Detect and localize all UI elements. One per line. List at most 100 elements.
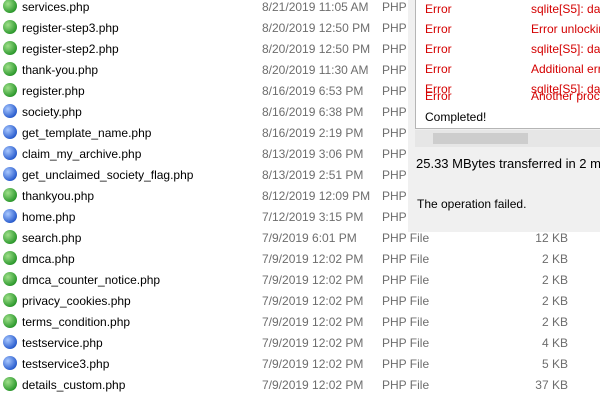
file-name: thank-you.php [22,63,99,77]
php-file-icon [3,335,17,349]
file-size: 2 KB [541,294,568,308]
file-size: 37 KB [535,378,568,392]
file-date: 7/12/2019 3:15 PM [262,210,364,224]
log-level: Error [425,2,452,16]
file-name: search.php [22,231,82,245]
file-name: society.php [22,105,82,119]
file-name: get_unclaimed_society_flag.php [22,168,194,182]
file-row[interactable]: testservice.php 7/9/2019 12:02 PM PHP Fi… [0,333,600,354]
file-name: home.php [22,210,76,224]
file-type: PHP File [382,294,430,308]
php-file-icon [3,125,17,139]
file-name: register-step3.php [22,21,119,35]
file-name: testservice3.php [22,357,110,371]
file-date: 8/21/2019 11:05 AM [262,0,369,14]
file-name: thankyou.php [22,189,95,203]
php-file-icon [3,209,17,223]
php-file-icon [3,62,17,76]
file-row[interactable]: terms_condition.php 7/9/2019 12:02 PM PH… [0,312,600,333]
file-date: 8/16/2019 6:38 PM [262,105,364,119]
php-file-icon [3,41,17,55]
file-type: PHP File [382,378,430,392]
file-date: 8/16/2019 2:19 PM [262,126,364,140]
file-row[interactable]: privacy_cookies.php 7/9/2019 12:02 PM PH… [0,291,600,312]
php-file-icon [3,83,17,97]
file-name: claim_my_archive.php [22,147,142,161]
file-type: PHP File [382,231,430,245]
transfer-dialog: Error sqlite[S5]: da Error Error unlocki… [408,0,600,232]
file-type: PHP File [382,336,430,350]
php-file-icon [3,146,17,160]
file-type: PHP [382,42,407,56]
log-level: Error [425,22,452,36]
file-date: 7/9/2019 12:02 PM [262,273,364,287]
php-file-icon [3,188,17,202]
php-file-icon [3,230,17,244]
log-message: Additional err [531,62,600,76]
scrollbar-thumb[interactable] [433,133,528,144]
log-entry: Completed! [416,107,600,127]
file-type: PHP [382,126,407,140]
php-file-icon [3,251,17,265]
log-entry: Error Another proc [416,89,600,109]
php-file-icon [3,104,17,118]
file-type: PHP [382,189,407,203]
file-type: PHP [382,21,407,35]
log-level: Error [425,89,452,103]
log-level: Error [425,62,452,76]
file-name: terms_condition.php [22,315,131,329]
file-row[interactable]: testservice3.php 7/9/2019 12:02 PM PHP F… [0,354,600,375]
file-size: 5 KB [541,357,568,371]
file-date: 7/9/2019 12:02 PM [262,315,364,329]
log-level: Error [425,42,452,56]
file-size: 12 KB [535,231,568,245]
file-date: 8/16/2019 6:53 PM [262,84,364,98]
file-date: 8/13/2019 3:06 PM [262,147,364,161]
php-file-icon [3,0,17,13]
file-size: 2 KB [541,315,568,329]
file-type: PHP File [382,273,430,287]
php-file-icon [3,20,17,34]
file-row[interactable]: dmca_counter_notice.php 7/9/2019 12:02 P… [0,270,600,291]
php-file-icon [3,167,17,181]
file-size: 4 KB [541,336,568,350]
file-row[interactable]: dmca.php 7/9/2019 12:02 PM PHP File 2 KB [0,249,600,270]
php-file-icon [3,272,17,286]
file-date: 8/20/2019 12:50 PM [262,21,371,35]
log-message: sqlite[S5]: da [531,42,600,56]
file-type: PHP File [382,357,430,371]
file-size: 2 KB [541,252,568,266]
file-name: services.php [22,0,90,14]
log-completed: Completed! [425,110,487,124]
file-name: register.php [22,84,85,98]
file-name: dmca_counter_notice.php [22,273,161,287]
file-type: PHP [382,147,407,161]
file-date: 7/9/2019 6:01 PM [262,231,357,245]
file-name: privacy_cookies.php [22,294,131,308]
file-date: 7/9/2019 12:02 PM [262,357,364,371]
file-name: details_custom.php [22,378,126,392]
file-row[interactable]: details_custom.php 7/9/2019 12:02 PM PHP… [0,375,600,396]
php-file-icon [3,377,17,391]
file-type: PHP [382,63,407,77]
file-type: PHP [382,210,407,224]
file-date: 7/9/2019 12:02 PM [262,336,364,350]
log-message: sqlite[S5]: da [531,2,600,16]
php-file-icon [3,293,17,307]
file-type: PHP [382,84,407,98]
horizontal-scrollbar[interactable] [415,130,600,147]
file-type: PHP [382,168,407,182]
file-date: 8/20/2019 11:30 AM [262,63,369,77]
file-type: PHP [382,0,407,14]
file-name: testservice.php [22,336,103,350]
file-date: 8/12/2019 12:09 PM [262,189,371,203]
file-date: 7/9/2019 12:02 PM [262,378,364,392]
php-file-icon [3,314,17,328]
file-date: 8/20/2019 12:50 PM [262,42,371,56]
file-size: 2 KB [541,273,568,287]
log-entry: Error sqlite[S5]: da [416,0,600,19]
transfer-log[interactable]: Error sqlite[S5]: da Error Error unlocki… [415,0,600,129]
file-date: 8/13/2019 2:51 PM [262,168,364,182]
log-message: Error unlockin [531,22,600,36]
file-date: 7/9/2019 12:02 PM [262,294,364,308]
